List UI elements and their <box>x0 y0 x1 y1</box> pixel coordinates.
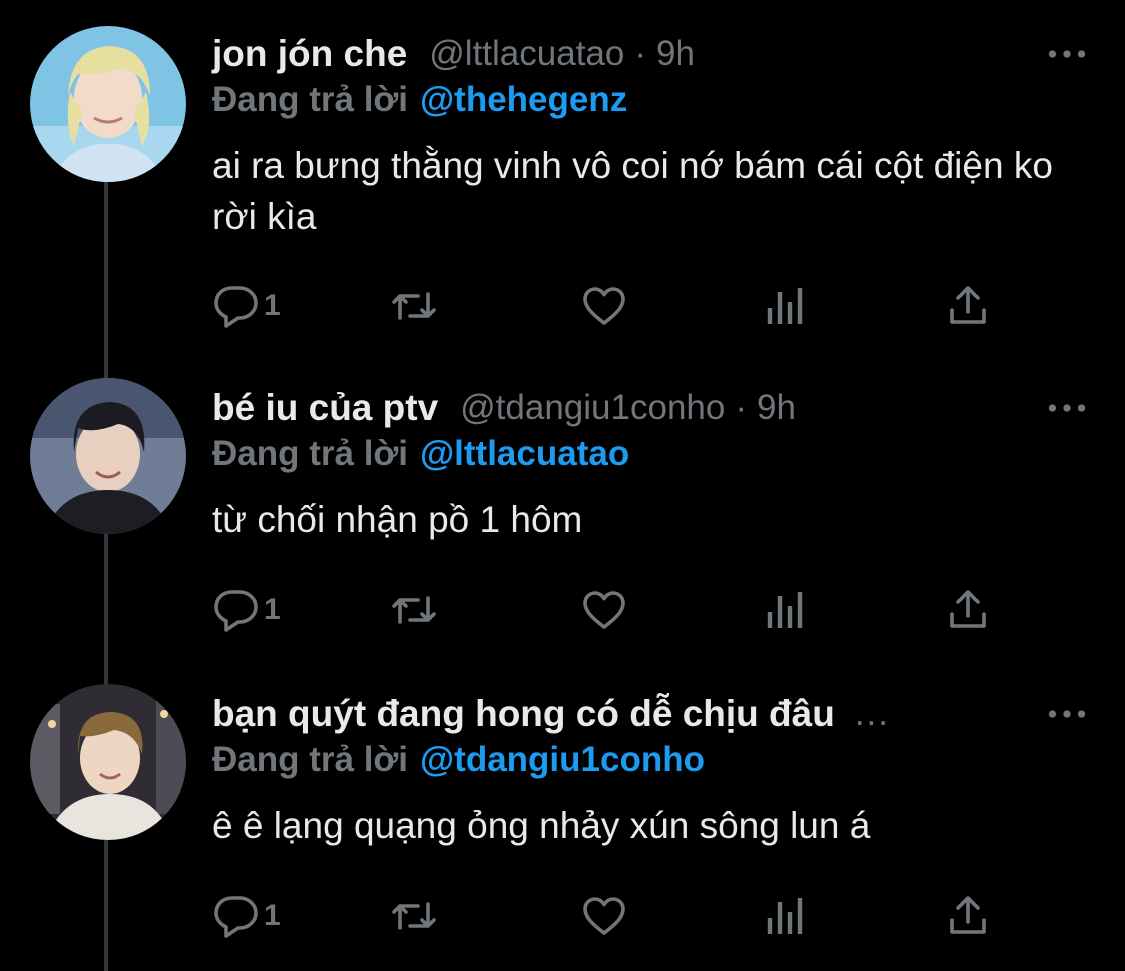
share-button[interactable] <box>944 580 992 640</box>
separator: · <box>735 388 747 427</box>
views-button[interactable] <box>762 580 810 640</box>
timestamp[interactable]: 9h <box>757 388 796 428</box>
tweet-header: bé iu của ptv @tdangiu1conho · 9h <box>212 378 972 438</box>
more-icon[interactable] <box>1045 694 1089 734</box>
tweet-header: jon jón che @lttlacuatao · 9h <box>212 24 972 84</box>
replying-to: Đang trả lời @lttlacuatao <box>212 434 629 474</box>
separator: · <box>634 34 647 73</box>
action-bar: 1 <box>212 276 1012 336</box>
tweet[interactable]: jon jón che @lttlacuatao · 9h Đang trả l… <box>0 24 1125 334</box>
heart-icon <box>583 287 625 325</box>
heart-icon <box>583 897 625 935</box>
reply-icon <box>214 896 258 938</box>
tweet[interactable]: bạn quýt đang hong có dễ chịu đâu ... Đa… <box>0 684 1125 971</box>
user-handle[interactable]: @tdangiu1conho <box>460 388 725 428</box>
display-name[interactable]: bạn quýt đang hong có dễ chịu đâu <box>212 693 835 735</box>
like-button[interactable] <box>580 276 628 336</box>
views-icon <box>767 288 803 324</box>
mention-link[interactable]: @lttlacuatao <box>420 434 629 473</box>
reply-count: 1 <box>264 593 281 626</box>
reply-count: 1 <box>264 289 281 322</box>
avatar[interactable] <box>30 26 186 182</box>
like-button[interactable] <box>580 886 628 946</box>
avatar[interactable] <box>30 684 186 840</box>
retweet-icon <box>392 902 436 930</box>
views-button[interactable] <box>762 886 810 946</box>
action-bar: 1 <box>212 580 1012 640</box>
heart-icon <box>583 591 625 629</box>
share-button[interactable] <box>944 276 992 336</box>
replying-to: Đang trả lời @tdangiu1conho <box>212 740 705 780</box>
tweet-text: ai ra bưng thằng vinh vô coi nớ bám cái … <box>212 145 1053 237</box>
more-icon[interactable] <box>1045 388 1089 428</box>
retweet-button[interactable] <box>390 276 438 336</box>
tweet-text: ê ê lạng quạng ỏng nhảy xún sông lun á <box>212 805 871 846</box>
replying-to-label: Đang trả lời <box>212 740 409 779</box>
timestamp[interactable]: 9h <box>656 34 695 74</box>
display-name[interactable]: bé iu của ptv <box>212 387 438 429</box>
share-icon <box>950 286 986 324</box>
reply-count: 1 <box>264 899 281 932</box>
truncation-ellipsis: ... <box>854 694 891 733</box>
reply-button[interactable]: 1 <box>212 886 281 946</box>
user-handle[interactable]: @lttlacuatao <box>429 34 624 74</box>
tweet-header: bạn quýt đang hong có dễ chịu đâu ... <box>212 684 972 744</box>
views-button[interactable] <box>762 276 810 336</box>
views-icon <box>767 898 803 934</box>
display-name[interactable]: jon jón che <box>212 33 407 75</box>
retweet-icon <box>392 292 436 320</box>
mention-link[interactable]: @tdangiu1conho <box>420 740 705 779</box>
mention-link[interactable]: @thehegenz <box>420 80 627 119</box>
replying-to-label: Đang trả lời <box>212 80 409 119</box>
reply-button[interactable]: 1 <box>212 580 281 640</box>
share-icon <box>950 590 986 628</box>
views-icon <box>767 592 803 628</box>
more-icon[interactable] <box>1045 34 1089 74</box>
share-button[interactable] <box>944 886 992 946</box>
retweet-icon <box>392 596 436 624</box>
retweet-button[interactable] <box>390 580 438 640</box>
replying-to-label: Đang trả lời <box>212 434 409 473</box>
reply-button[interactable]: 1 <box>212 276 281 336</box>
reply-icon <box>214 590 258 632</box>
retweet-button[interactable] <box>390 886 438 946</box>
tweet-text: từ chối nhận pồ 1 hôm <box>212 499 583 540</box>
share-icon <box>950 896 986 934</box>
like-button[interactable] <box>580 580 628 640</box>
avatar[interactable] <box>30 378 186 534</box>
tweet[interactable]: bé iu của ptv @tdangiu1conho · 9h Đang t… <box>0 378 1125 668</box>
action-bar: 1 <box>212 886 1012 946</box>
replying-to: Đang trả lời @thehegenz <box>212 80 627 120</box>
reply-icon <box>214 286 258 328</box>
